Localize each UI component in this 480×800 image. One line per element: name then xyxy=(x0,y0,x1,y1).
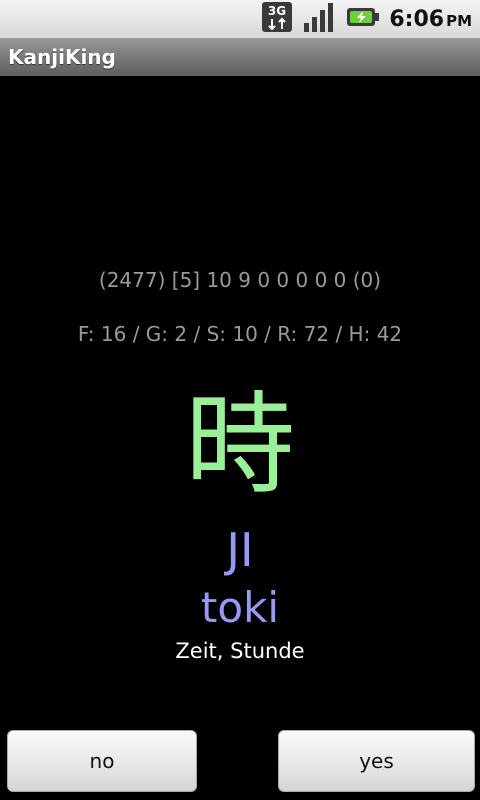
card-stats-line-1: (2477) [5] 10 9 0 0 0 0 0 (0) xyxy=(98,268,382,292)
status-icons: 3G 6:06 PM xyxy=(261,0,472,38)
battery-charging-icon xyxy=(345,5,381,33)
title-bar: KanjiKing xyxy=(0,38,480,76)
card-stats-line-2: F: 16 / G: 2 / S: 10 / R: 72 / H: 42 xyxy=(77,322,403,346)
app-title: KanjiKing xyxy=(8,45,116,69)
kanji-character: 時 xyxy=(185,381,295,509)
status-time: 6:06 PM xyxy=(389,7,472,32)
signal-strength-icon xyxy=(303,1,337,37)
kunyomi-reading: toki xyxy=(200,583,280,632)
status-bar: 3G 6:06 PM xyxy=(0,0,480,38)
onyomi-reading: JI xyxy=(226,523,254,577)
network-3g-icon: 3G xyxy=(261,0,295,38)
kanji-meaning: Zeit, Stunde xyxy=(175,639,305,663)
app-screen: 3G 6:06 PM KanjiKing (2477) [5] 10 9 0 0… xyxy=(0,0,480,800)
yes-button[interactable]: yes xyxy=(278,730,475,792)
status-time-value: 6:06 xyxy=(389,6,445,32)
no-button[interactable]: no xyxy=(7,730,197,792)
svg-text:3G: 3G xyxy=(268,4,286,18)
status-time-ampm: PM xyxy=(446,11,472,30)
